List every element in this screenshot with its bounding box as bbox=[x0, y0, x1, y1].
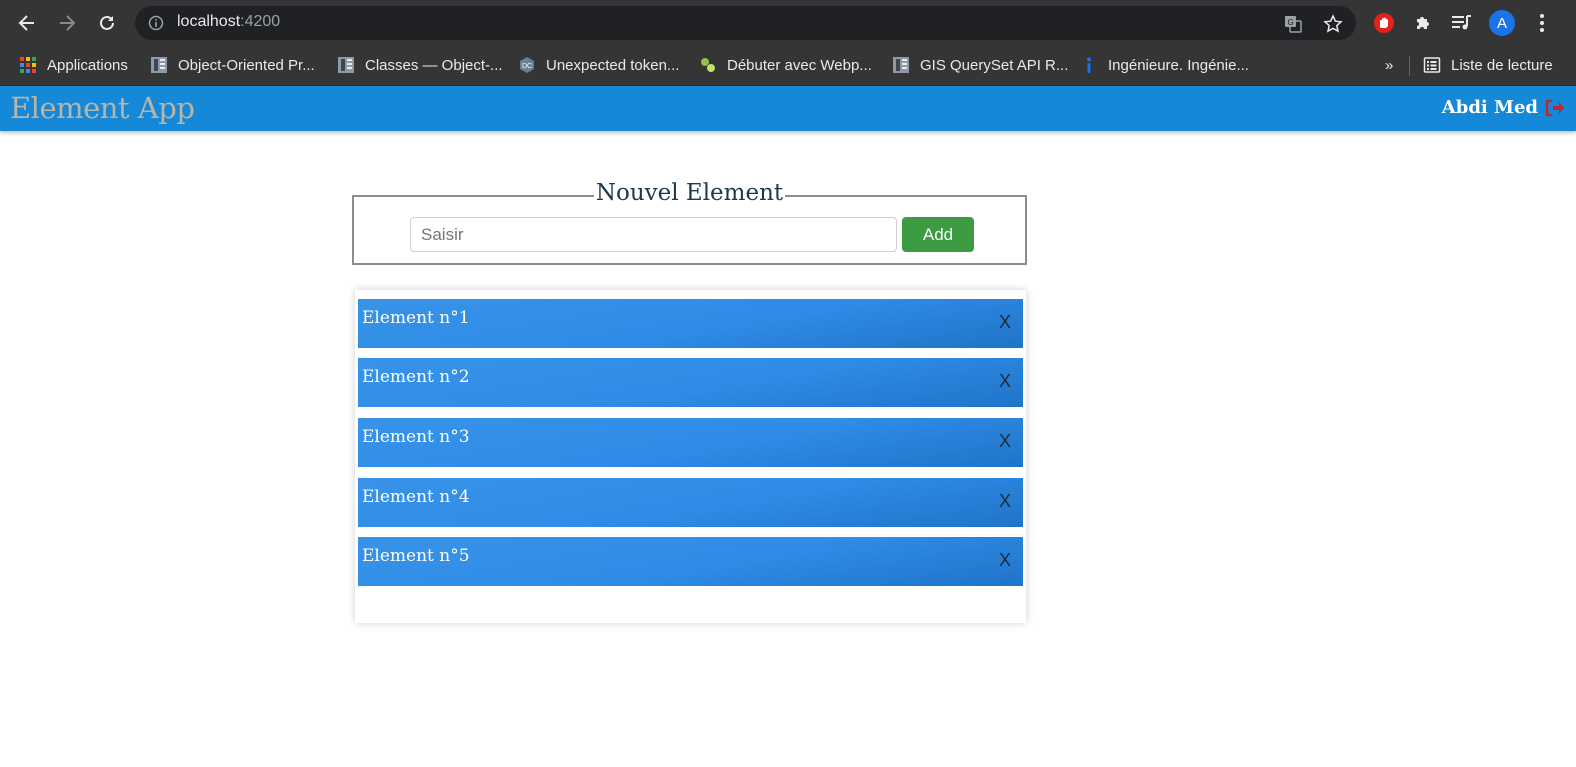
extensions-icon[interactable] bbox=[1411, 11, 1435, 35]
list-item[interactable]: Element n°4 X bbox=[358, 478, 1023, 527]
reload-icon bbox=[100, 15, 114, 30]
dc-icon: DC bbox=[518, 56, 536, 74]
bookmark-gis-queryset[interactable]: GIS QuerySet API R... bbox=[892, 54, 1068, 76]
bookmark-label: Unexpected token... bbox=[546, 56, 680, 74]
delete-button[interactable]: X bbox=[999, 491, 1011, 512]
bookmark-label: Applications bbox=[47, 56, 128, 74]
svg-text:G: G bbox=[1288, 18, 1294, 27]
app-title[interactable]: Element App bbox=[10, 91, 195, 125]
arrow-right-icon bbox=[60, 15, 76, 31]
delete-button[interactable]: X bbox=[999, 431, 1011, 452]
form-legend: Nouvel Element bbox=[354, 180, 1025, 206]
doc-icon bbox=[150, 56, 168, 74]
back-button[interactable] bbox=[14, 10, 40, 36]
svg-text:DC: DC bbox=[522, 63, 532, 70]
adblock-icon[interactable] bbox=[1372, 11, 1396, 35]
more-bookmarks-label: » bbox=[1385, 56, 1394, 74]
url-text: localhost:4200 bbox=[177, 13, 280, 31]
bookmark-label: Débuter avec Webp... bbox=[727, 56, 872, 74]
list-item-label: Element n°4 bbox=[362, 487, 470, 507]
address-bar[interactable]: localhost:4200 G bbox=[135, 6, 1356, 40]
list-item-label: Element n°2 bbox=[362, 367, 470, 387]
bookmark-label: Object-Oriented Pr... bbox=[178, 56, 315, 74]
bookmark-applications[interactable]: Applications bbox=[19, 54, 128, 76]
list-item[interactable]: Element n°5 X bbox=[358, 537, 1023, 586]
list-item-label: Element n°5 bbox=[362, 546, 470, 566]
app-header: Element App Abdi Med bbox=[0, 86, 1576, 131]
reading-list-button[interactable]: Liste de lecture bbox=[1423, 54, 1553, 76]
delete-button[interactable]: X bbox=[999, 312, 1011, 333]
translate-icon[interactable]: G bbox=[1283, 14, 1303, 34]
list-item[interactable]: Element n°2 X bbox=[358, 358, 1023, 407]
browser-toolbar: localhost:4200 G A bbox=[0, 0, 1576, 46]
list-item-label: Element n°3 bbox=[362, 427, 470, 447]
list-item-label: Element n°1 bbox=[362, 308, 470, 328]
bookmark-ingenieure[interactable]: Ingénieure. Ingénie... bbox=[1080, 54, 1249, 76]
doc-icon bbox=[892, 56, 910, 74]
more-vert-icon[interactable] bbox=[1530, 11, 1554, 35]
reading-list-icon bbox=[1423, 56, 1441, 74]
bookmarks-bar: Applications Object-Oriented Pr... Class… bbox=[0, 46, 1576, 86]
add-button[interactable]: Add bbox=[902, 217, 974, 252]
user-name: Abdi Med bbox=[1441, 97, 1538, 118]
list-item[interactable]: Element n°1 X bbox=[358, 299, 1023, 348]
apps-grid-icon bbox=[19, 56, 37, 74]
info-icon[interactable] bbox=[148, 15, 164, 31]
reading-list-label: Liste de lecture bbox=[1451, 56, 1553, 74]
arrow-left-icon bbox=[18, 15, 34, 31]
form-legend-text: Nouvel Element bbox=[593, 180, 786, 206]
forward-button[interactable] bbox=[54, 10, 80, 36]
element-list: Element n°1 X Element n°2 X Element n°3 … bbox=[355, 290, 1026, 623]
star-icon[interactable] bbox=[1323, 14, 1343, 34]
more-bookmarks-button[interactable]: » bbox=[1385, 54, 1393, 76]
delete-button[interactable]: X bbox=[999, 371, 1011, 392]
bookmark-classes[interactable]: Classes — Object-... bbox=[337, 54, 503, 76]
delete-button[interactable]: X bbox=[999, 550, 1011, 571]
bookmark-label: Ingénieure. Ingénie... bbox=[1108, 56, 1249, 74]
logout-icon[interactable] bbox=[1545, 99, 1565, 117]
doc-icon bbox=[337, 56, 355, 74]
list-item[interactable]: Element n°3 X bbox=[358, 418, 1023, 467]
bookmark-object-oriented[interactable]: Object-Oriented Pr... bbox=[150, 54, 315, 76]
bookmarks-divider bbox=[1409, 56, 1410, 76]
profile-avatar[interactable]: A bbox=[1489, 10, 1515, 36]
bookmark-label: Classes — Object-... bbox=[365, 56, 503, 74]
element-input[interactable] bbox=[410, 217, 897, 252]
media-queue-icon[interactable] bbox=[1450, 11, 1474, 35]
url-host: localhost bbox=[177, 13, 241, 30]
bookmark-label: GIS QuerySet API R... bbox=[920, 56, 1069, 74]
bookmark-unexpected-token[interactable]: DC Unexpected token... bbox=[518, 54, 679, 76]
info-icon bbox=[1080, 56, 1098, 74]
url-port: :4200 bbox=[240, 13, 281, 30]
webpack-icon bbox=[699, 56, 717, 74]
reload-button[interactable] bbox=[94, 10, 120, 36]
new-element-form: Nouvel Element Add bbox=[352, 180, 1027, 265]
bookmark-webpack[interactable]: Débuter avec Webp... bbox=[699, 54, 872, 76]
